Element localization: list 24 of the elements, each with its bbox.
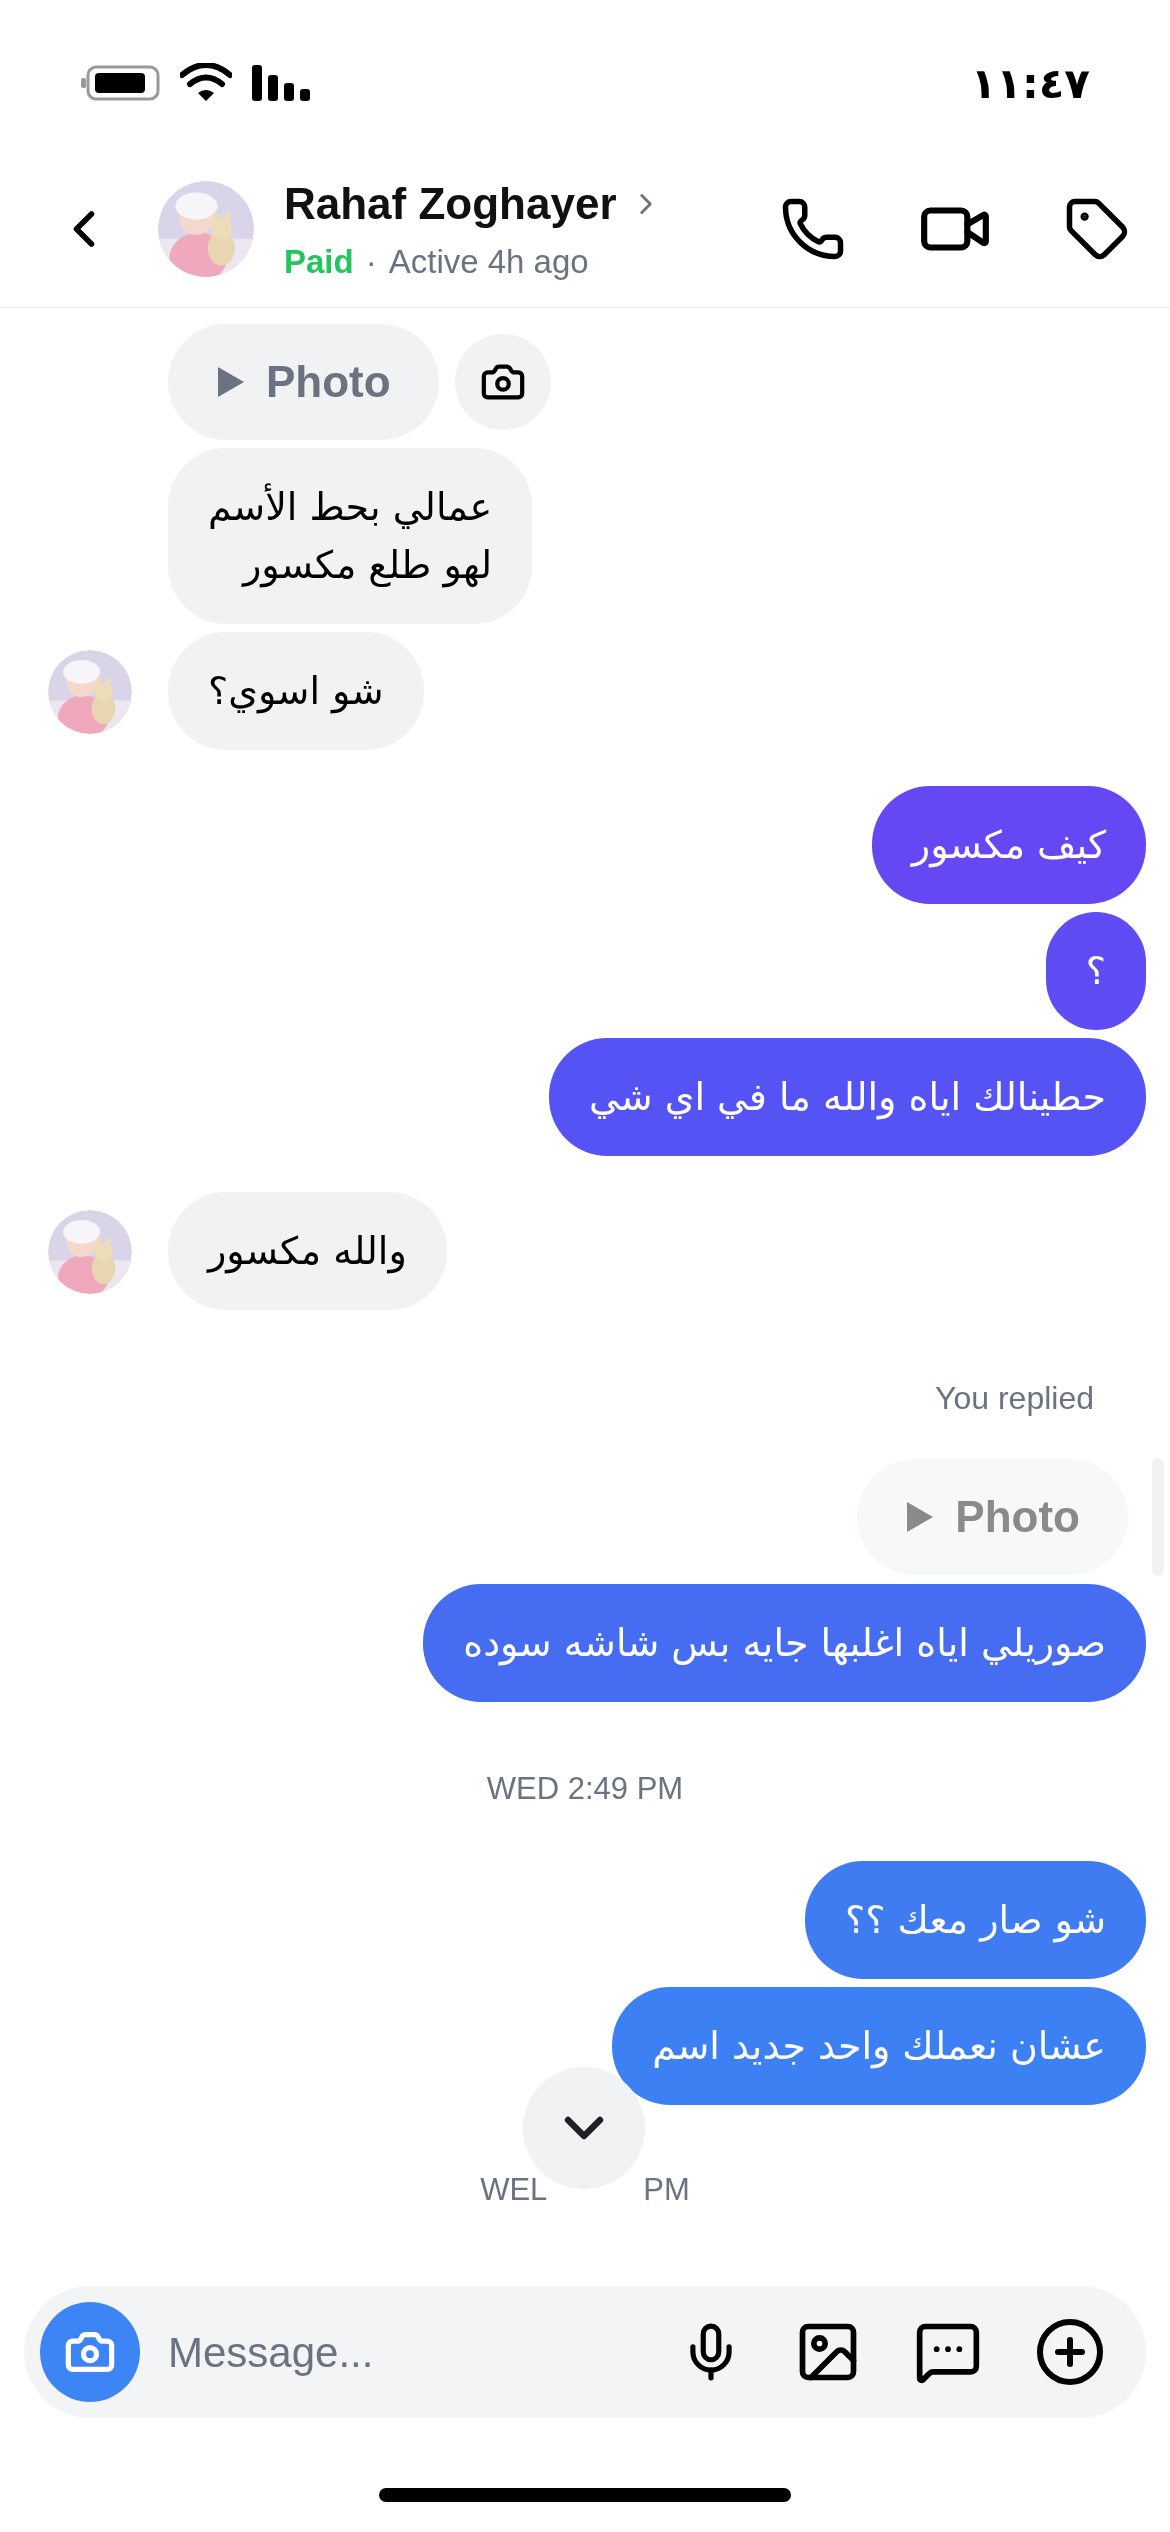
sent-message: صوريلي اياه اغلبها جايه بس شاشه سوده [423,1584,1146,1702]
photo-reply-button[interactable]: Photo [168,324,439,440]
timestamp: WEL PM [480,2170,690,2209]
play-icon [216,365,246,399]
sent-message: شو صار معك ؟؟ [805,1860,1146,1979]
reply-label: You replied [935,1379,1094,1418]
paid-label: Paid [284,241,354,282]
separator-dot: · [365,241,377,282]
wifi-icon [180,63,232,103]
message-input[interactable]: Message... [168,2320,680,2384]
timestamp: WED 2:49 PM [486,1770,684,1808]
photo-reply-button[interactable]: Photo [857,1459,1128,1575]
sent-message: عشان نعملك واحد جديد اسم [612,1986,1146,2105]
received-message: والله مكسور [168,1192,447,1310]
contact-name[interactable]: Rahaf Zoghayer [284,170,617,237]
received-message: عمالي بحط الأسم لهو طلع مكسور [168,448,533,624]
status-time: ١١:٤٧ [970,57,1090,110]
battery-icon [80,63,160,103]
received-message: شو اسوي؟ [168,632,424,750]
sent-message: حطينالك اياه والله ما في اي شي [549,1038,1146,1156]
add-icon[interactable] [1034,2316,1106,2388]
sent-message: ؟ [1045,912,1146,1030]
activity-status: Active 4h ago [388,241,589,282]
sent-message: كيف مكسور [871,786,1146,904]
